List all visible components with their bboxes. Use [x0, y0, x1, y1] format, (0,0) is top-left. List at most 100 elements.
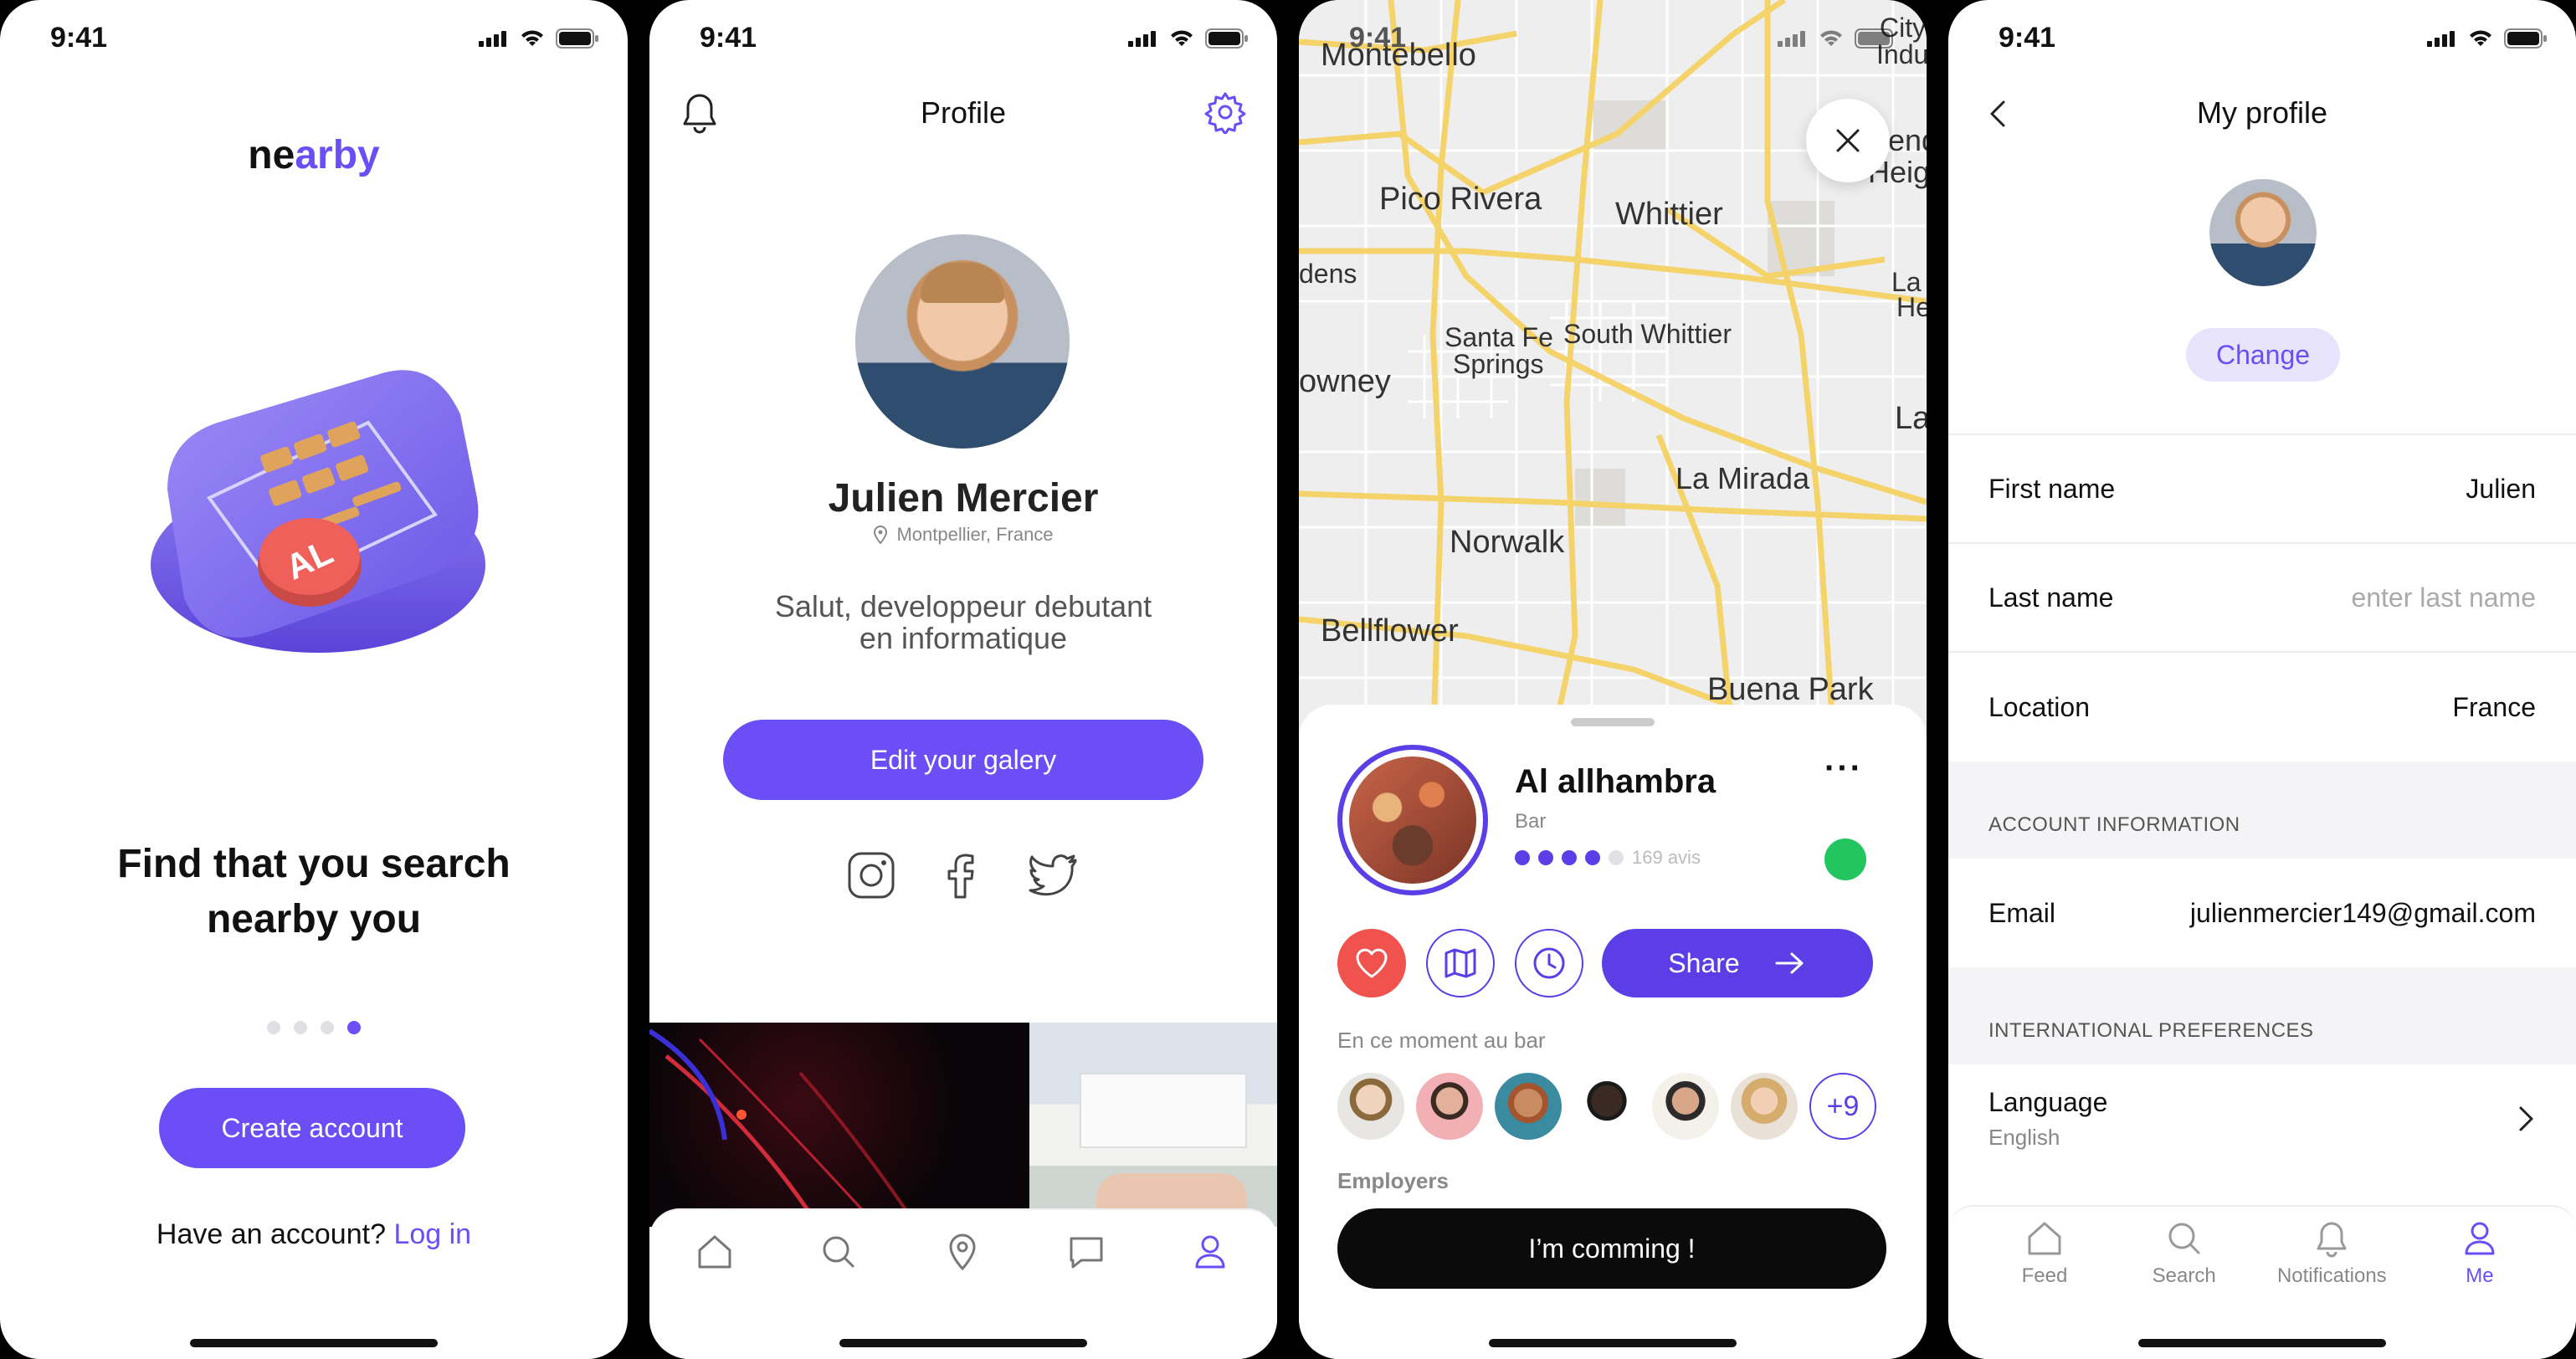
- status-icons: [479, 28, 599, 49]
- first-name-value: Julien: [2466, 473, 2536, 504]
- status-bar: 9:41: [1299, 0, 1927, 75]
- venue-photo: [1349, 756, 1476, 884]
- pager-dots: [0, 1021, 628, 1034]
- attendee-avatar[interactable]: [1495, 1073, 1562, 1140]
- email-row[interactable]: Email julienmercier149@gmail.com: [1948, 859, 2576, 967]
- hours-button[interactable]: [1515, 929, 1583, 997]
- page-title: Profile: [920, 95, 1007, 130]
- email-label: Email: [1988, 897, 2056, 928]
- status-time: 9:41: [700, 22, 757, 54]
- gallery-light-streaks: [649, 1028, 919, 1227]
- favorite-button[interactable]: [1337, 929, 1406, 997]
- rating-dot: [1562, 850, 1577, 865]
- first-name-row[interactable]: First name Julien: [1948, 435, 2576, 544]
- map-pin-icon[interactable]: [942, 1232, 983, 1272]
- language-label: Language: [1988, 1087, 2108, 1117]
- tab-bar-items: Feed Search Notifications Me: [1982, 1218, 2543, 1288]
- pager-dot: [267, 1021, 280, 1034]
- twitter-icon[interactable]: [1027, 850, 1080, 900]
- svg-text:Whittier: Whittier: [1615, 197, 1723, 232]
- onboarding-headline: Find that you search nearby you: [117, 842, 511, 941]
- user-icon[interactable]: [1190, 1232, 1230, 1272]
- svg-text:Pico Rivera: Pico Rivera: [1379, 182, 1542, 217]
- wifi-icon: [521, 30, 543, 46]
- facebook-icon[interactable]: [936, 850, 987, 900]
- svg-text:Springs: Springs: [1453, 349, 1544, 379]
- map-button[interactable]: [1426, 929, 1495, 997]
- tab-me[interactable]: Me: [2417, 1218, 2543, 1288]
- social-links: [649, 850, 1277, 900]
- status-bar: 9:41: [0, 0, 628, 75]
- tab-bar: Feed Search Notifications Me: [1948, 1205, 2576, 1359]
- rating-dot-empty: [1609, 850, 1624, 865]
- settings-gear-icon[interactable]: [1203, 90, 1247, 134]
- gallery-image[interactable]: [649, 1023, 1029, 1227]
- rating-dot: [1538, 850, 1553, 865]
- language-row[interactable]: Language English: [1948, 1064, 2576, 1173]
- status-time: 9:41: [1349, 22, 1407, 54]
- chevron-right-icon: [2519, 1106, 2533, 1131]
- share-button[interactable]: Share: [1602, 929, 1873, 997]
- attendee-list: +9: [1337, 1073, 1876, 1140]
- home-icon[interactable]: [695, 1232, 735, 1272]
- svg-text:Bellflower: Bellflower: [1321, 613, 1459, 649]
- signal-icon: [1778, 31, 1805, 47]
- first-name-label: First name: [1988, 473, 2116, 504]
- edit-gallery-button[interactable]: Edit your galery: [723, 720, 1203, 800]
- tab-feed[interactable]: Feed: [1982, 1218, 2107, 1288]
- svg-text:end: end: [1888, 123, 1927, 157]
- battery-icon: [556, 28, 598, 49]
- instagram-icon[interactable]: [846, 850, 896, 900]
- home-indicator: [1489, 1339, 1737, 1347]
- attendee-avatar[interactable]: [1337, 1073, 1404, 1140]
- status-icons: [2427, 28, 2548, 49]
- signal-icon: [1128, 31, 1156, 47]
- canvas: 9:41 nearby AL Find that you search near…: [0, 0, 2576, 1359]
- coming-button[interactable]: I’m comming !: [1337, 1208, 1886, 1289]
- status-time: 9:41: [1999, 22, 2056, 54]
- login-link[interactable]: Log in: [393, 1218, 471, 1250]
- home-indicator: [2138, 1339, 2386, 1347]
- create-account-button[interactable]: Create account: [159, 1088, 465, 1168]
- chat-icon[interactable]: [1066, 1232, 1106, 1272]
- app-logo: nearby: [248, 133, 380, 177]
- venue-name: Al allhambra: [1515, 763, 1716, 800]
- email-value: julienmercier149@gmail.com: [2189, 897, 2536, 928]
- attendee-avatar[interactable]: [1416, 1073, 1483, 1140]
- avatar: [855, 234, 1070, 449]
- attendee-avatar[interactable]: [1652, 1073, 1719, 1140]
- attendee-avatar[interactable]: [1731, 1073, 1798, 1140]
- bell-icon: [2317, 1222, 2347, 1258]
- share-label: Share: [1668, 947, 1740, 978]
- status-bar: 9:41: [649, 0, 1277, 75]
- status-icons: [1128, 28, 1249, 49]
- last-name-field[interactable]: enter last name: [2351, 582, 2536, 613]
- location-row[interactable]: Location France: [1948, 653, 2576, 762]
- more-attendees-button[interactable]: +9: [1809, 1073, 1876, 1140]
- svg-text:owney: owney: [1299, 364, 1391, 399]
- tab-search[interactable]: Search: [2122, 1218, 2247, 1288]
- gallery-image[interactable]: [1029, 1023, 1277, 1227]
- rating-dot: [1515, 850, 1530, 865]
- last-name-row[interactable]: Last name enter last name: [1948, 544, 2576, 653]
- pager-dot: [321, 1021, 334, 1034]
- signal-icon: [2427, 31, 2455, 47]
- location-label: Location: [1988, 691, 2090, 722]
- search-icon[interactable]: [818, 1232, 859, 1272]
- app-illustration: AL: [151, 370, 485, 653]
- open-status-indicator: [1824, 838, 1866, 880]
- attendee-avatar[interactable]: [1573, 1073, 1640, 1140]
- rating-dot: [1585, 850, 1600, 865]
- tab-bar-icons: [695, 1232, 1230, 1272]
- tab-notifications[interactable]: Notifications: [2260, 1218, 2403, 1288]
- heart-icon: [1356, 948, 1388, 978]
- gallery-house: [1080, 1073, 1247, 1148]
- svg-text:Santa Fe: Santa Fe: [1445, 322, 1553, 352]
- change-avatar-button[interactable]: Change: [2186, 328, 2340, 382]
- clock-icon: [1533, 947, 1565, 979]
- sheet-handle[interactable]: [1571, 718, 1655, 726]
- more-options-button[interactable]: ···: [1824, 750, 1863, 787]
- home-indicator: [190, 1339, 438, 1347]
- onboarding-screen: 9:41 nearby AL Find that you search near…: [0, 0, 628, 1359]
- close-map-button[interactable]: [1806, 99, 1890, 182]
